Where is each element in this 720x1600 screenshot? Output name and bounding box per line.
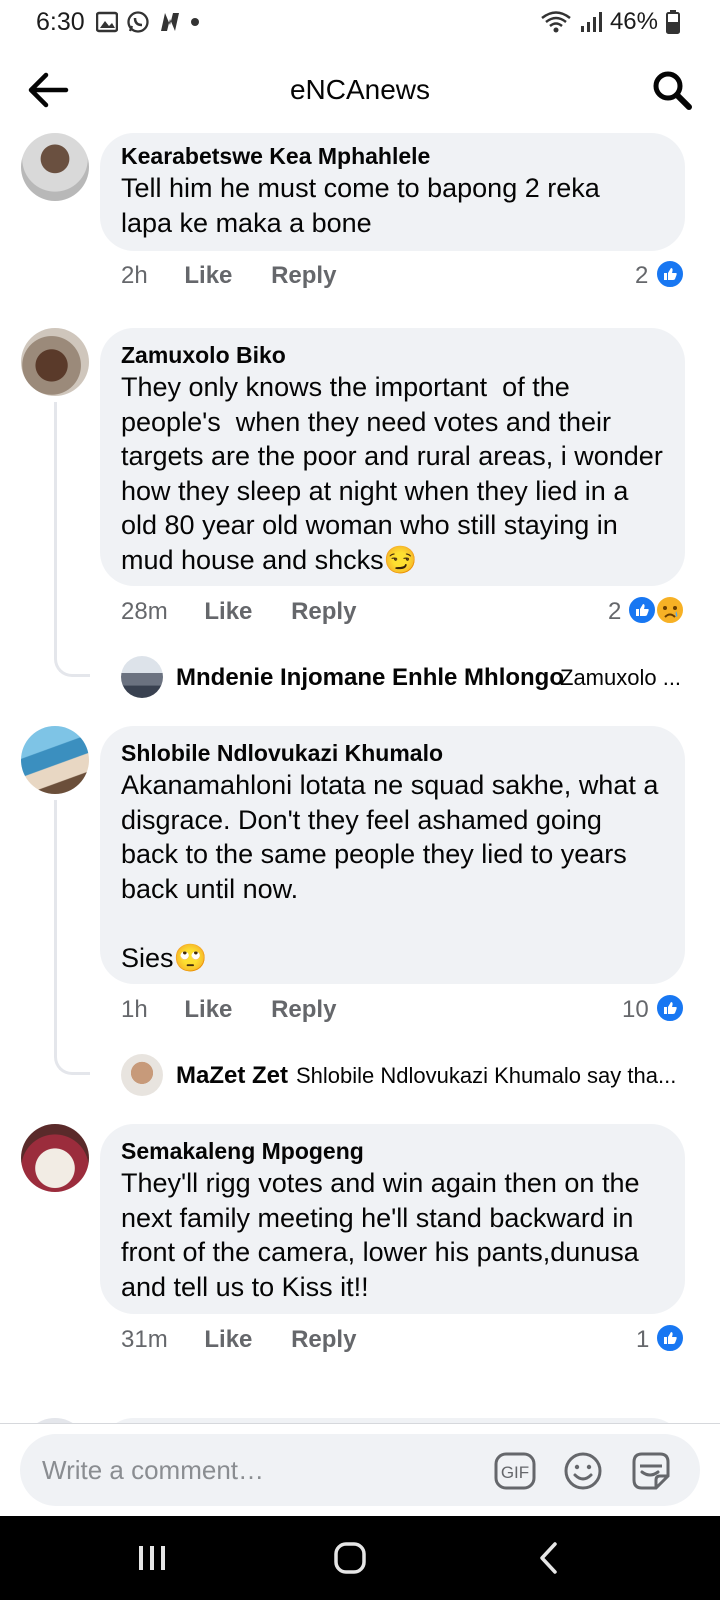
- status-right: 46%: [540, 8, 680, 36]
- back-chevron-icon: [540, 1542, 557, 1574]
- comment-author[interactable]: Kearabetswe Kea Mphahlele: [121, 143, 430, 170]
- like-reaction-icon: [655, 993, 685, 1023]
- home-button[interactable]: [320, 1538, 380, 1578]
- comment-author[interactable]: Shlobile Ndlovukazi Khumalo: [121, 740, 443, 767]
- like-reaction-icon: [655, 259, 685, 289]
- reply-preview[interactable]: Shlobile Ndlovukazi Khumalo say tha...: [296, 1063, 686, 1089]
- avatar[interactable]: [21, 133, 89, 201]
- home-icon: [334, 1542, 366, 1574]
- reply-preview[interactable]: Zamuxolo ...: [560, 665, 685, 691]
- comment-actions: 31m Like Reply: [121, 1326, 356, 1354]
- reaction-count[interactable]: 1: [636, 1326, 649, 1354]
- battery-percent: 46%: [609, 8, 658, 35]
- avatar[interactable]: [21, 1124, 89, 1192]
- wifi-icon: [541, 11, 571, 33]
- search-button[interactable]: [650, 68, 694, 112]
- comments-feed[interactable]: Kearabetswe Kea Mphahlele Tell him he mu…: [0, 128, 720, 1423]
- reply-button[interactable]: Reply: [271, 262, 336, 289]
- reply-button[interactable]: Reply: [271, 996, 336, 1023]
- app-header: eNCAnews: [0, 62, 720, 118]
- news-app-icon: [161, 13, 179, 31]
- reply-button[interactable]: Reply: [291, 598, 356, 625]
- dot-icon: [191, 18, 199, 26]
- like-button[interactable]: Like: [184, 996, 232, 1023]
- sad-reaction-icon: [655, 595, 685, 625]
- comment-author[interactable]: Zamuxolo Biko: [121, 342, 286, 369]
- comment-composer: GIF: [20, 1434, 700, 1506]
- back-nav-button[interactable]: [518, 1538, 578, 1578]
- like-button[interactable]: Like: [204, 1326, 252, 1353]
- comment-actions: 28m Like Reply: [121, 598, 356, 626]
- comment-author[interactable]: Semakaleng Mpogeng: [121, 1138, 364, 1165]
- notification-icons: [96, 10, 200, 34]
- recent-apps-button[interactable]: [122, 1538, 182, 1578]
- search-icon: [653, 71, 692, 110]
- gallery-icon: [96, 11, 118, 33]
- comment-text: They only knows the important of the peo…: [121, 372, 663, 575]
- status-bar: 6:30 46%: [0, 0, 720, 46]
- comment-input[interactable]: [42, 1450, 462, 1490]
- system-nav-bar: [0, 1516, 720, 1600]
- comment-bubble[interactable]: Kearabetswe Kea Mphahlele Tell him he mu…: [100, 133, 685, 251]
- comment-time: 2h: [121, 262, 148, 289]
- emoji-button[interactable]: [560, 1448, 606, 1494]
- comment-actions: 1h Like Reply: [121, 996, 336, 1024]
- comment-time: 31m: [121, 1326, 168, 1353]
- thread-line: [54, 402, 90, 677]
- emoji-icon: [564, 1452, 602, 1490]
- reply-author[interactable]: MaZet Zet: [176, 1062, 288, 1090]
- status-time: 6:30: [36, 8, 85, 36]
- reply-button[interactable]: Reply: [291, 1326, 356, 1353]
- like-reaction-icon: [655, 1323, 685, 1353]
- comment-text: Tell him he must come to bapong 2 reka l…: [121, 173, 600, 238]
- battery-icon: [666, 10, 680, 34]
- comment-actions: 2h Like Reply: [121, 262, 336, 290]
- comment-time: 1h: [121, 996, 148, 1023]
- gif-icon: GIF: [494, 1452, 536, 1490]
- reply-avatar[interactable]: [121, 1054, 163, 1096]
- avatar[interactable]: [21, 328, 89, 396]
- reaction-count[interactable]: 2: [608, 598, 621, 626]
- gif-button[interactable]: GIF: [492, 1448, 538, 1494]
- composer-divider: [0, 1423, 720, 1424]
- signal-icon: [580, 12, 602, 32]
- reaction-count[interactable]: 2: [635, 262, 648, 290]
- reply-avatar[interactable]: [121, 656, 163, 698]
- thread-line: [54, 800, 90, 1075]
- comment-text: They'll rigg votes and win again then on…: [121, 1168, 640, 1302]
- whatsapp-icon: [127, 11, 149, 33]
- comment-text: Akanamahloni lotata ne squad sakhe, what…: [121, 770, 659, 973]
- svg-text:GIF: GIF: [501, 1463, 529, 1482]
- reply-author[interactable]: Mndenie Injomane Enhle Mhlongo: [176, 664, 564, 692]
- comment-bubble[interactable]: Shlobile Ndlovukazi Khumalo Akanamahloni…: [100, 726, 685, 984]
- comment-bubble[interactable]: Semakaleng Mpogeng They'll rigg votes an…: [100, 1124, 685, 1314]
- like-reaction-icon: [627, 595, 657, 625]
- like-button[interactable]: Like: [204, 598, 252, 625]
- avatar[interactable]: [21, 726, 89, 794]
- comment-bubble[interactable]: Zamuxolo Biko They only knows the import…: [100, 328, 685, 586]
- reaction-count[interactable]: 10: [622, 996, 649, 1024]
- sticker-button[interactable]: [628, 1448, 674, 1494]
- comment-time: 28m: [121, 598, 168, 625]
- sticker-icon: [632, 1452, 670, 1490]
- recent-apps-icon: [139, 1546, 165, 1570]
- like-button[interactable]: Like: [184, 262, 232, 289]
- page-title: eNCAnews: [289, 74, 431, 105]
